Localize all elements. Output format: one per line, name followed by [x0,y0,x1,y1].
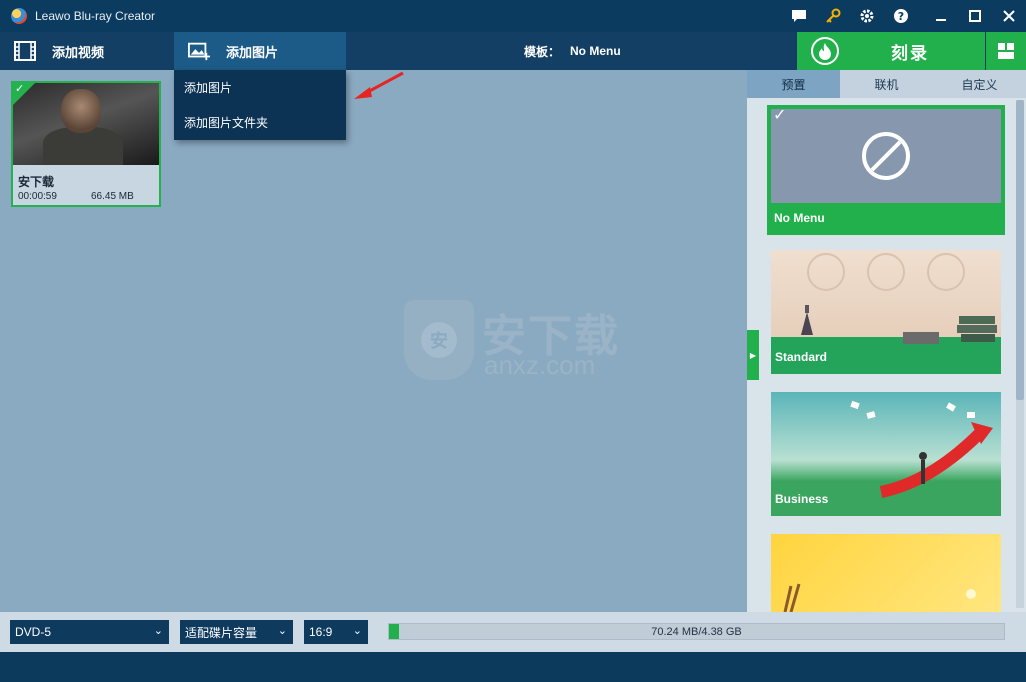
minimize-icon[interactable] [924,0,958,32]
template-business[interactable]: Business [771,392,1001,516]
template-label: Business [775,492,829,506]
help-icon[interactable]: ? [884,0,918,32]
flame-icon [811,37,839,65]
shield-icon: 安 [404,300,474,380]
clip-title: 安下载 [18,175,55,189]
template-tabs: 预置 联机 自定义 [747,70,1026,98]
clip-duration: 00:00:59 [18,191,57,202]
aspect-ratio-select[interactable]: 16:9 ⌄ [304,620,368,644]
layout-toggle-button[interactable] [986,32,1026,70]
template-panel: 预置 联机 自定义 ✓ No Menu Standard Business [747,70,1026,614]
feedback-icon[interactable] [782,0,816,32]
add-photo-menu: 添加图片 添加图片文件夹 [174,70,346,140]
close-icon[interactable] [992,0,1026,32]
template-no-menu[interactable]: ✓ No Menu [767,105,1005,235]
template-no-menu-preview [771,109,1001,203]
checkmark-icon: ✓ [15,83,25,95]
template-scrollbar[interactable] [1016,100,1024,608]
tab-custom[interactable]: 自定义 [933,70,1026,98]
status-bar [0,652,1026,682]
menu-item-add-photo[interactable]: 添加图片 [174,70,346,105]
tab-online[interactable]: 联机 [840,70,933,98]
template-yellow[interactable] [771,534,1001,614]
layout-grid-icon [998,43,1014,59]
add-video-label: 添加视频 [52,44,105,60]
disc-type-select[interactable]: DVD-5 ⌄ [10,620,169,644]
watermark-url: anxz.com [484,350,596,380]
aspect-ratio-value: 16:9 [309,625,333,639]
picture-add-icon [188,42,210,61]
window-title: Leawo Blu-ray Creator [35,9,156,23]
add-photo-button[interactable]: 添加图片 [174,32,346,70]
selected-check-icon: ✓ [773,107,787,124]
clip-canvas: ✓ 安下载 00:00:59 66.45 MB 安 安下载 anxz.com [0,70,747,612]
add-video-button[interactable]: 添加视频 [14,32,104,70]
red-arrow-icon [354,71,404,99]
panel-collapse-arrow-icon[interactable]: ▶ [747,330,759,380]
scrollbar-thumb[interactable] [1016,100,1024,400]
tab-preset[interactable]: 预置 [747,70,840,98]
svg-text:?: ? [898,10,904,23]
template-indicator: 模板： No Menu [524,32,621,70]
quality-value: 适配碟片容量 [185,625,258,640]
video-clip-card[interactable]: ✓ 安下载 00:00:59 66.45 MB [11,81,161,207]
film-icon [14,41,36,61]
maximize-icon[interactable] [958,0,992,32]
template-value: No Menu [570,44,621,58]
settings-gear-icon[interactable] [850,0,884,32]
yellow-illustration [783,583,976,613]
burn-button[interactable]: 刻录 [797,32,985,70]
title-bar: Leawo Blu-ray Creator ? [0,0,1026,32]
template-label: No Menu [774,211,825,225]
chevron-down-icon: ⌄ [277,625,287,637]
watermark: 安 安下载 anxz.com [404,300,644,380]
burn-label: 刻录 [891,43,929,63]
register-key-icon[interactable] [816,0,850,32]
title-controls: ? [782,0,1026,32]
template-standard[interactable]: Standard [771,250,1001,374]
chevron-down-icon: ⌄ [352,625,362,637]
chevron-down-icon: ⌄ [153,625,163,637]
app-logo-icon [11,8,27,24]
clip-size: 66.45 MB [91,191,134,202]
disc-type-value: DVD-5 [15,625,52,639]
template-label: Standard [775,350,828,364]
menu-item-add-photo-folder[interactable]: 添加图片文件夹 [174,105,346,140]
bottom-bar: DVD-5 ⌄ 适配碟片容量 ⌄ 16:9 ⌄ 70.24 MB/4.38 GB [0,612,1026,652]
add-photo-label: 添加图片 [226,44,279,60]
template-label: 模板： [524,44,561,59]
capacity-bar: 70.24 MB/4.38 GB [388,623,1005,640]
quality-select[interactable]: 适配碟片容量 ⌄ [180,620,293,644]
no-symbol-icon [862,132,910,180]
capacity-text: 70.24 MB/4.38 GB [651,625,742,638]
